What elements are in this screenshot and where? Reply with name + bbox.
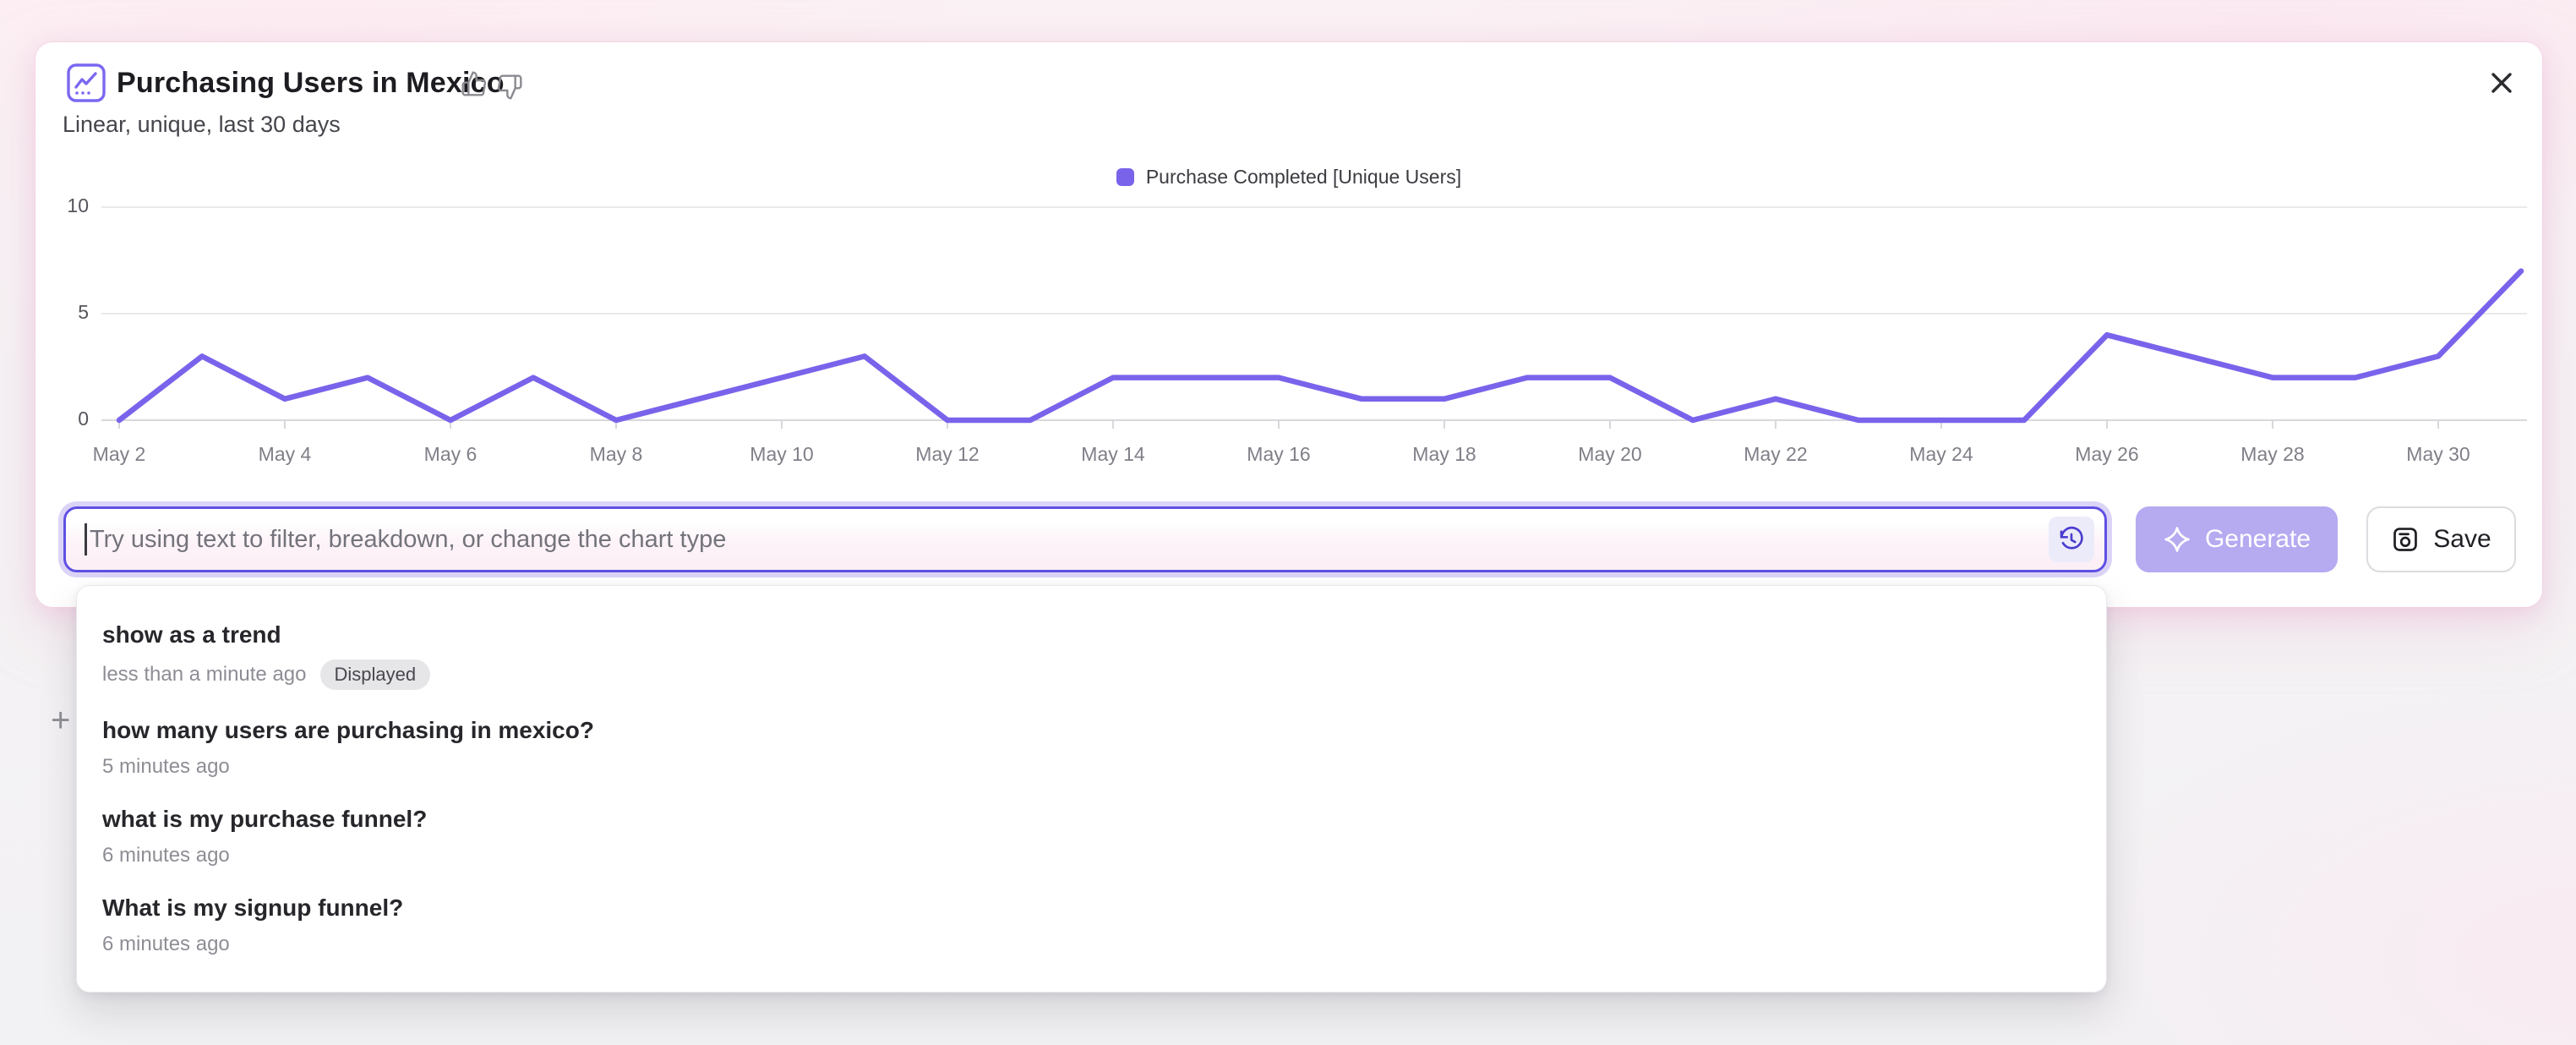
page-title: Purchasing Users in Mexico — [117, 63, 505, 103]
x-axis-tick-label: May 4 — [259, 443, 312, 465]
suggestion-query: What is my signup funnel? — [102, 895, 2081, 922]
line-chart: 0 5 10 May 2 May 4 May 6 May 8 May 10 May 12 May … — [35, 178, 2542, 473]
suggestion-time: 6 minutes ago — [102, 933, 230, 956]
save-icon — [2391, 525, 2420, 554]
suggestion-query: what is my purchase funnel? — [102, 806, 2081, 833]
y-axis-tick-label: 10 — [67, 194, 89, 216]
chart-card: Purchasing Users in Mexico Linear, uniqu… — [35, 42, 2542, 607]
x-axis-tick-label: May 12 — [915, 443, 979, 465]
suggestion-item[interactable]: what is my purchase funnel? 6 minutes ag… — [77, 792, 2106, 881]
suggestion-time: less than a minute ago — [102, 663, 307, 687]
line-chart-type-icon — [66, 63, 106, 103]
x-axis-tick-label: May 24 — [1909, 443, 1973, 465]
x-axis-tick-label: May 10 — [750, 443, 813, 465]
x-axis-tick-label: May 14 — [1081, 443, 1145, 465]
history-button[interactable] — [2049, 517, 2094, 562]
thumbs-down-icon[interactable] — [496, 74, 523, 101]
x-axis-tick-label: May 20 — [1578, 443, 1641, 465]
close-icon — [2487, 68, 2516, 97]
x-axis-tick-label: May 22 — [1744, 443, 1807, 465]
save-label: Save — [2433, 525, 2491, 554]
suggestion-item[interactable]: What is my signup funnel? 6 minutes ago — [77, 881, 2106, 970]
history-icon — [2058, 526, 2085, 553]
text-caret — [85, 523, 87, 555]
sparkle-icon — [2163, 525, 2191, 554]
chart-subtitle: Linear, unique, last 30 days — [63, 112, 341, 138]
y-axis-tick-label: 5 — [78, 301, 89, 323]
series-line — [119, 271, 2521, 420]
suggestion-time: 5 minutes ago — [102, 755, 230, 779]
close-button[interactable] — [2483, 64, 2520, 101]
suggestion-item[interactable]: show as a trend less than a minute ago D… — [77, 608, 2106, 703]
x-axis-tick-label: May 26 — [2075, 443, 2138, 465]
background-plus-icon: + — [51, 703, 70, 737]
suggestion-query: show as a trend — [102, 621, 2081, 648]
x-axis-tick-label: May 18 — [1412, 443, 1476, 465]
suggestion-item[interactable]: how many users are purchasing in mexico?… — [77, 703, 2106, 792]
x-axis-tick-label: May 16 — [1247, 443, 1310, 465]
x-axis-tick-label: May 6 — [424, 443, 478, 465]
save-button[interactable]: Save — [2366, 506, 2516, 572]
x-axis-tick-label: May 28 — [2240, 443, 2304, 465]
x-axis-tick-label: May 8 — [590, 443, 643, 465]
y-axis-tick-label: 0 — [78, 408, 89, 429]
x-axis-tick-label: May 2 — [93, 443, 146, 465]
displayed-badge: Displayed — [320, 659, 431, 690]
suggestion-time: 6 minutes ago — [102, 844, 230, 867]
generate-button[interactable]: Generate — [2136, 506, 2338, 572]
x-axis-tick-label: May 30 — [2406, 443, 2470, 465]
suggestion-query: how many users are purchasing in mexico? — [102, 717, 2081, 744]
generate-label: Generate — [2205, 525, 2311, 554]
thumbs-up-icon[interactable] — [461, 70, 488, 97]
suggestion-history-dropdown: show as a trend less than a minute ago D… — [76, 585, 2107, 993]
prompt-placeholder: Try using text to filter, breakdown, or … — [90, 526, 726, 554]
prompt-input[interactable]: Try using text to filter, breakdown, or … — [63, 506, 2107, 572]
